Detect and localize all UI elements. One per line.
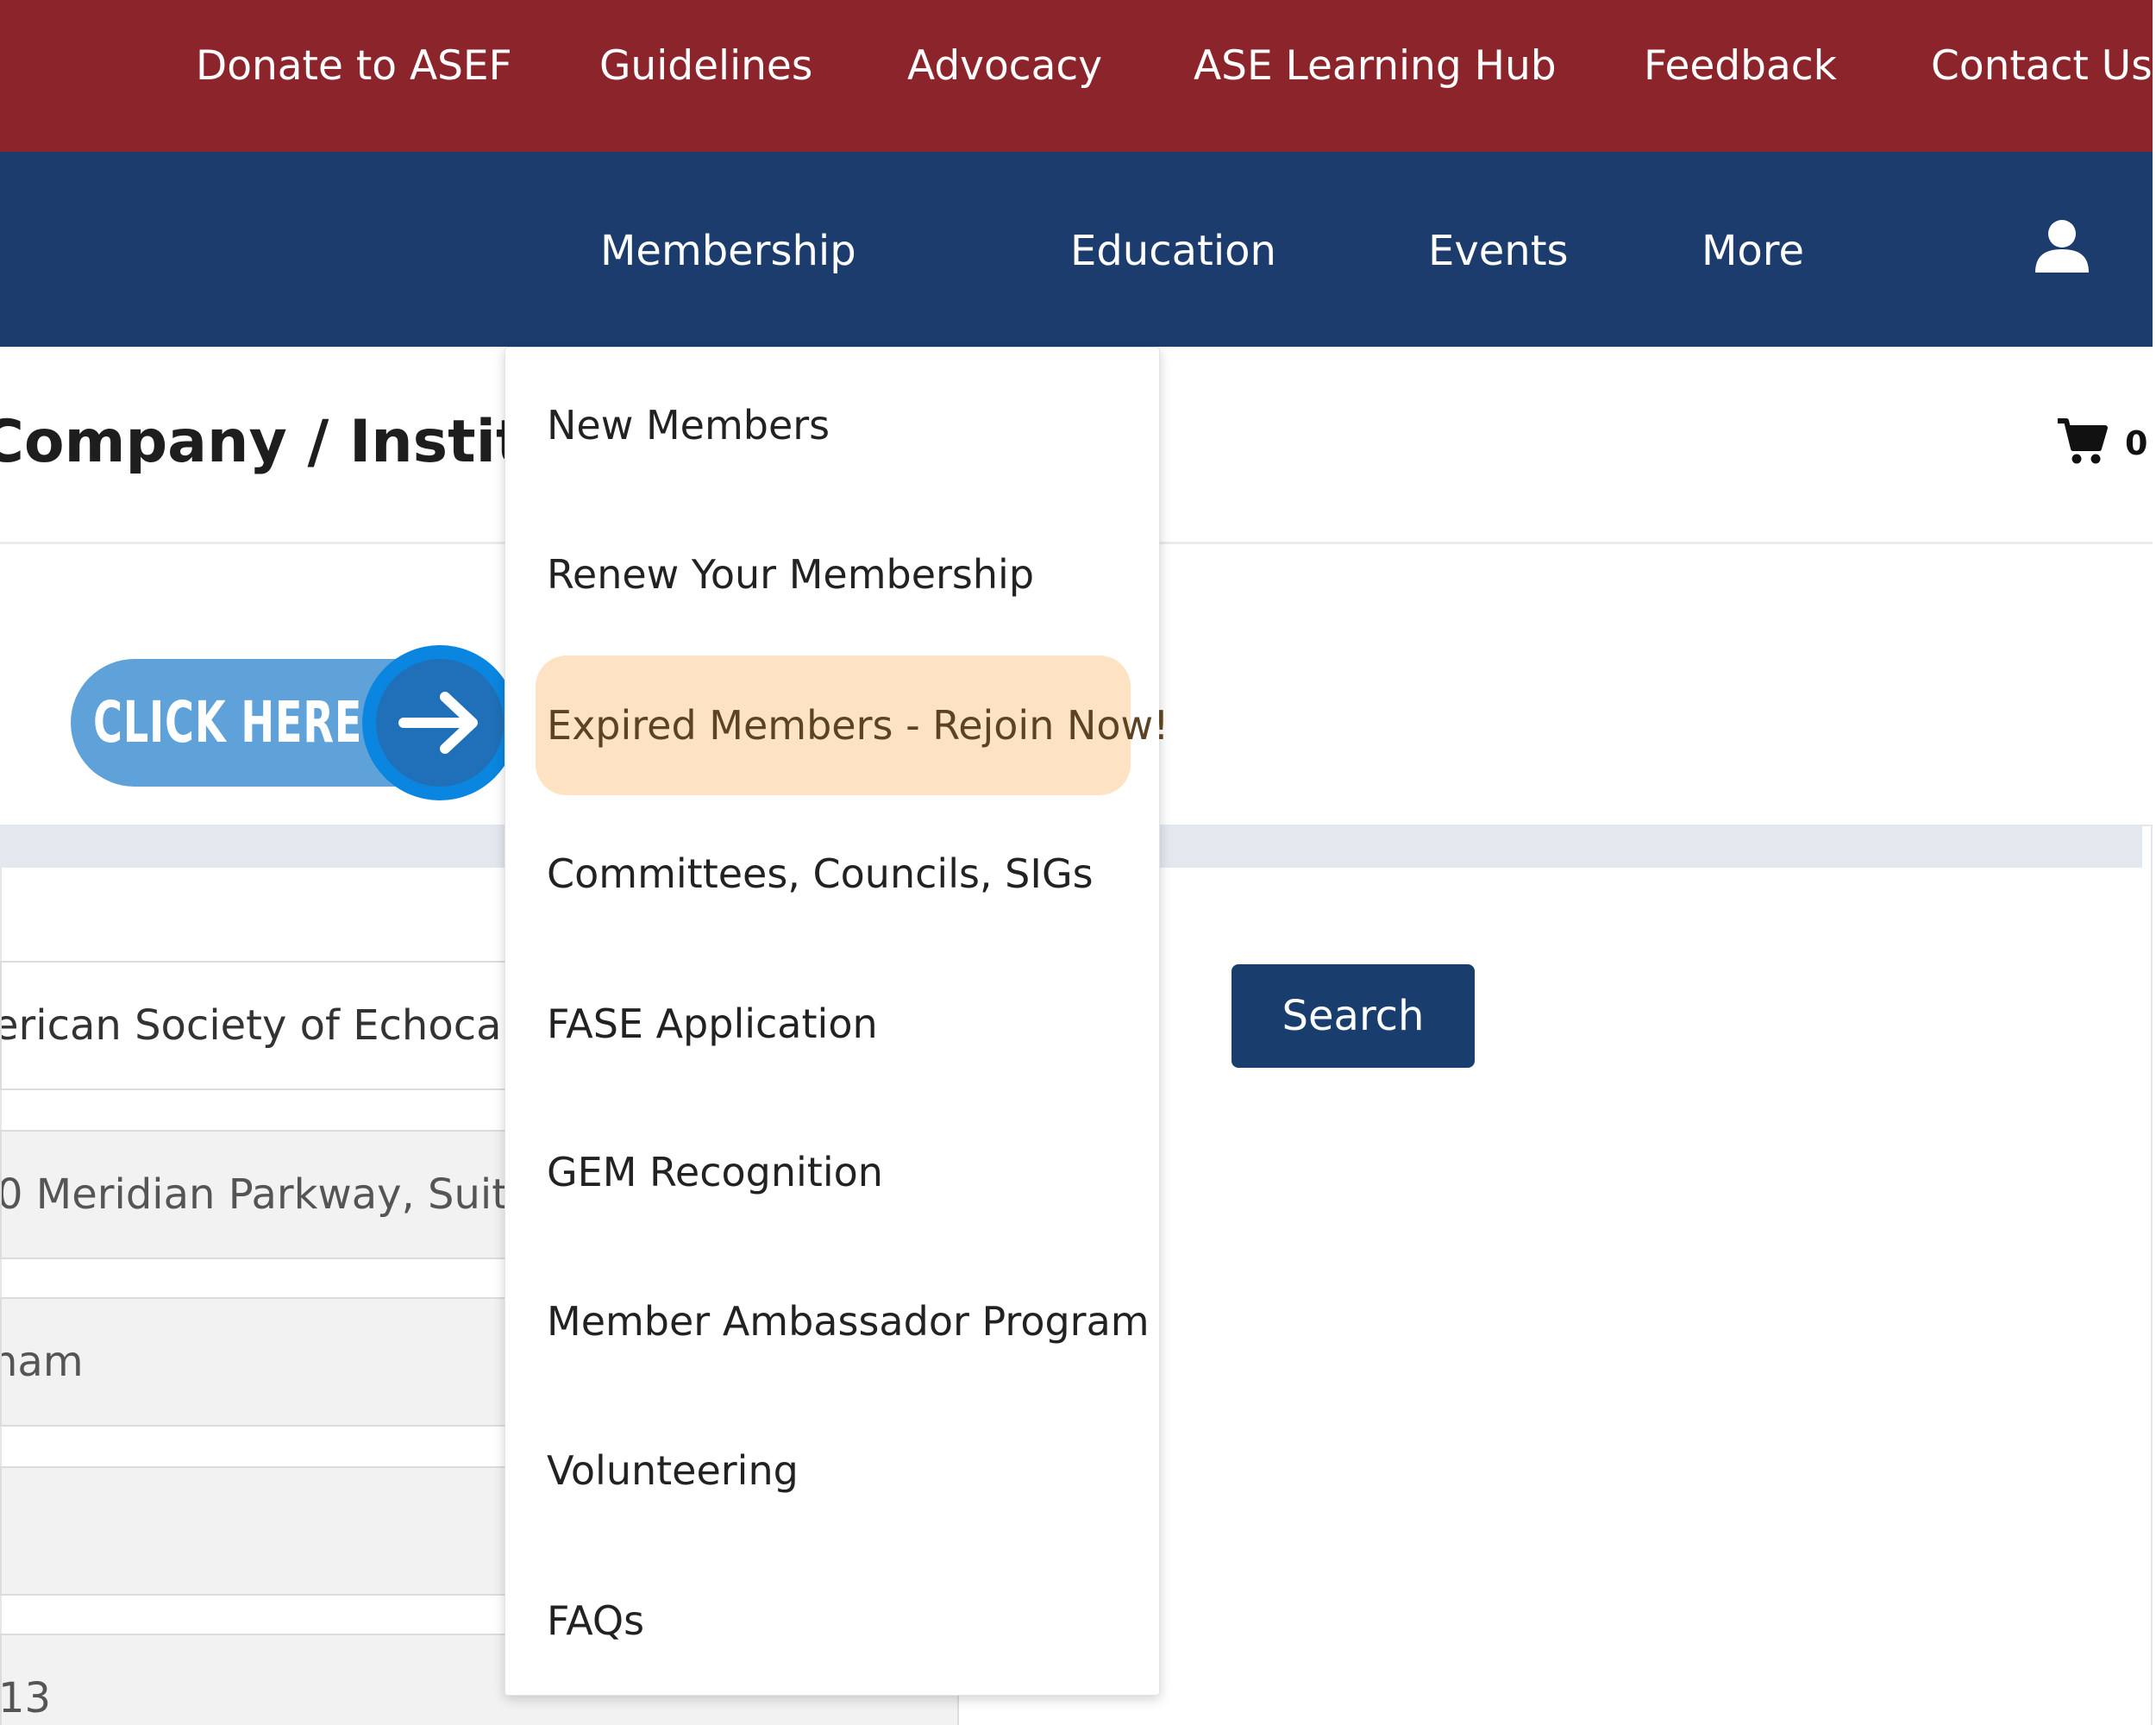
menu-item-expired-members[interactable]: Expired Members - Rejoin Now! [547,691,1169,760]
menu-item-renew-membership[interactable]: Renew Your Membership [547,540,1034,609]
top-link-feedback[interactable]: Feedback [1644,36,1837,97]
callout-arrow-badge[interactable] [362,645,517,800]
top-link-advocacy[interactable]: Advocacy [907,36,1102,97]
menu-item-faqs[interactable]: FAQs [547,1586,644,1655]
arrow-right-icon [398,692,478,754]
click-here-label: CLICK HERE [93,689,363,756]
nav-events[interactable]: Events [1428,221,1569,281]
menu-item-ambassador-program[interactable]: Member Ambassador Program [547,1287,1150,1356]
cart-count: 0 [2125,424,2148,462]
menu-item-gem-recognition[interactable]: GEM Recognition [547,1138,883,1207]
nav-education[interactable]: Education [1070,221,1276,281]
main-navigation: Membership Education Events More [0,152,2153,347]
top-link-learning-hub[interactable]: ASE Learning Hub [1194,36,1557,97]
cart[interactable]: 0 [2056,417,2147,469]
menu-item-new-members[interactable]: New Members [547,391,830,460]
menu-item-volunteering[interactable]: Volunteering [547,1436,799,1505]
user-icon[interactable] [2034,219,2090,273]
membership-dropdown-menu: New Members Renew Your Membership Expire… [505,347,1169,1696]
shopping-cart-icon [2056,417,2108,469]
page: Donate to ASEF Guidelines Advocacy ASE L… [0,0,2156,1725]
nav-more[interactable]: More [1702,221,1804,281]
menu-item-committees[interactable]: Committees, Councils, SIGs [547,839,1094,908]
top-link-guidelines[interactable]: Guidelines [599,36,812,97]
top-link-contact-us[interactable]: Contact Us [1931,36,2153,97]
menu-item-fase-application[interactable]: FASE Application [547,989,878,1058]
top-utility-bar: Donate to ASEF Guidelines Advocacy ASE L… [0,0,2153,152]
search-button[interactable]: Search [1232,964,1475,1068]
nav-membership[interactable]: Membership [600,221,856,281]
top-link-donate[interactable]: Donate to ASEF [196,36,512,97]
